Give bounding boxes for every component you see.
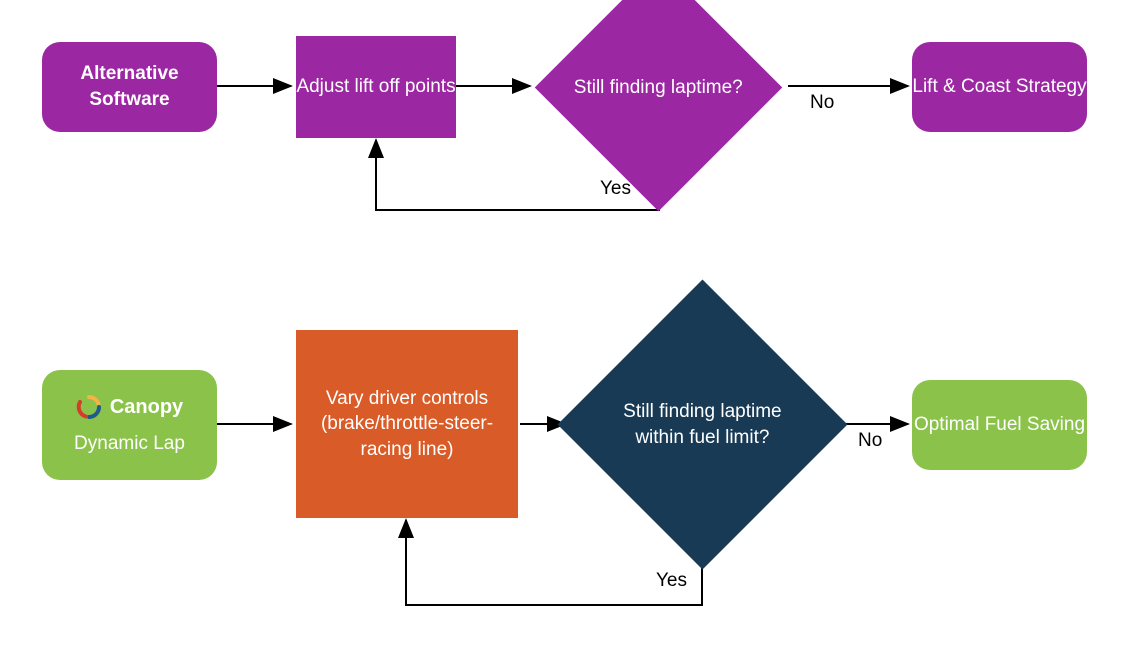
node-still-finding-laptime-top: Still finding laptime? — [535, 0, 782, 211]
label-canopy-brand: Canopy — [110, 394, 183, 421]
node-still-finding-laptime-bottom: Still finding laptime within fuel limit? — [558, 280, 848, 570]
canopy-logo-icon — [76, 394, 102, 420]
label-adjust-lift-off: Adjust lift off points — [296, 74, 455, 100]
node-lift-coast-strategy: Lift & Coast Strategy — [912, 42, 1087, 132]
label-still-finding-laptime-bottom: Still finding laptime within fuel limit? — [623, 401, 781, 448]
label-no-top: No — [810, 92, 834, 114]
label-alternative-software: Alternative Software — [42, 61, 217, 112]
label-still-finding-laptime-top: Still finding laptime? — [574, 77, 743, 98]
label-vary-driver-controls: Vary driver controls (brake/throttle-ste… — [310, 386, 504, 463]
node-optimal-fuel-saving: Optimal Fuel Saving — [912, 380, 1087, 470]
label-yes-top: Yes — [600, 178, 631, 200]
canopy-logo: Canopy — [76, 394, 183, 421]
node-alternative-software: Alternative Software — [42, 42, 217, 132]
label-optimal-fuel-saving: Optimal Fuel Saving — [914, 412, 1085, 438]
node-adjust-lift-off: Adjust lift off points — [296, 36, 456, 138]
label-yes-bottom: Yes — [656, 570, 687, 592]
label-dynamic-lap: Dynamic Lap — [74, 431, 185, 457]
label-no-bottom: No — [858, 430, 882, 452]
node-vary-driver-controls: Vary driver controls (brake/throttle-ste… — [296, 330, 518, 518]
label-lift-coast-strategy: Lift & Coast Strategy — [912, 74, 1086, 100]
node-canopy-dynamic-lap: Canopy Dynamic Lap — [42, 370, 217, 480]
